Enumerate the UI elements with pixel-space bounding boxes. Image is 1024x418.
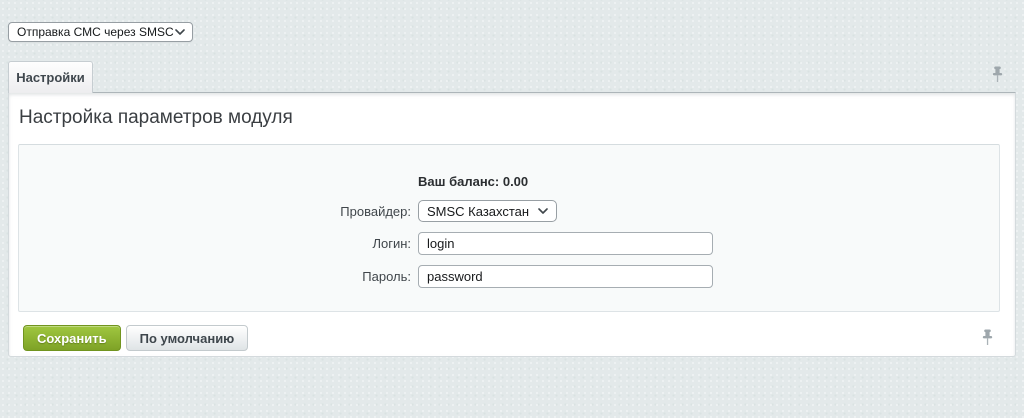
module-settings-form: Ваш баланс: 0.00 Провайдер: SMSC Казахст… xyxy=(18,144,1000,312)
balance-text: Ваш баланс: 0.00 xyxy=(418,174,529,189)
module-select[interactable]: Отправка СМС через SMSC xyxy=(8,22,193,42)
page-title: Настройка параметров модуля xyxy=(19,107,293,128)
save-button[interactable]: Сохранить xyxy=(23,325,121,351)
chevron-down-icon xyxy=(538,208,548,214)
password-label: Пароль: xyxy=(362,269,411,284)
settings-panel: Настройка параметров модуля Ваш баланс: … xyxy=(8,92,1016,357)
password-row: Пароль: xyxy=(19,265,999,288)
default-button[interactable]: По умолчанию xyxy=(125,325,249,351)
tab-settings-label: Настройки xyxy=(16,70,85,85)
chevron-down-icon xyxy=(175,29,185,35)
password-input[interactable] xyxy=(418,265,713,288)
login-input[interactable] xyxy=(418,232,713,255)
provider-label: Провайдер: xyxy=(340,203,411,219)
module-select-value: Отправка СМС через SMSC xyxy=(17,25,174,39)
provider-select-value: SMSC Казахстан xyxy=(427,203,530,219)
tab-settings[interactable]: Настройки xyxy=(8,61,93,93)
balance-row: Ваш баланс: 0.00 xyxy=(19,174,999,190)
pin-icon[interactable] xyxy=(981,329,994,346)
admin-page: Отправка СМС через SMSC Настройки Настро… xyxy=(0,0,1024,418)
provider-select[interactable]: SMSC Казахстан xyxy=(418,200,558,222)
form-actions: Сохранить По умолчанию xyxy=(23,325,249,351)
pin-icon[interactable] xyxy=(991,66,1004,83)
provider-row: Провайдер: SMSC Казахстан xyxy=(19,200,999,222)
login-row: Логин: xyxy=(19,232,999,255)
login-label: Логин: xyxy=(372,236,411,251)
